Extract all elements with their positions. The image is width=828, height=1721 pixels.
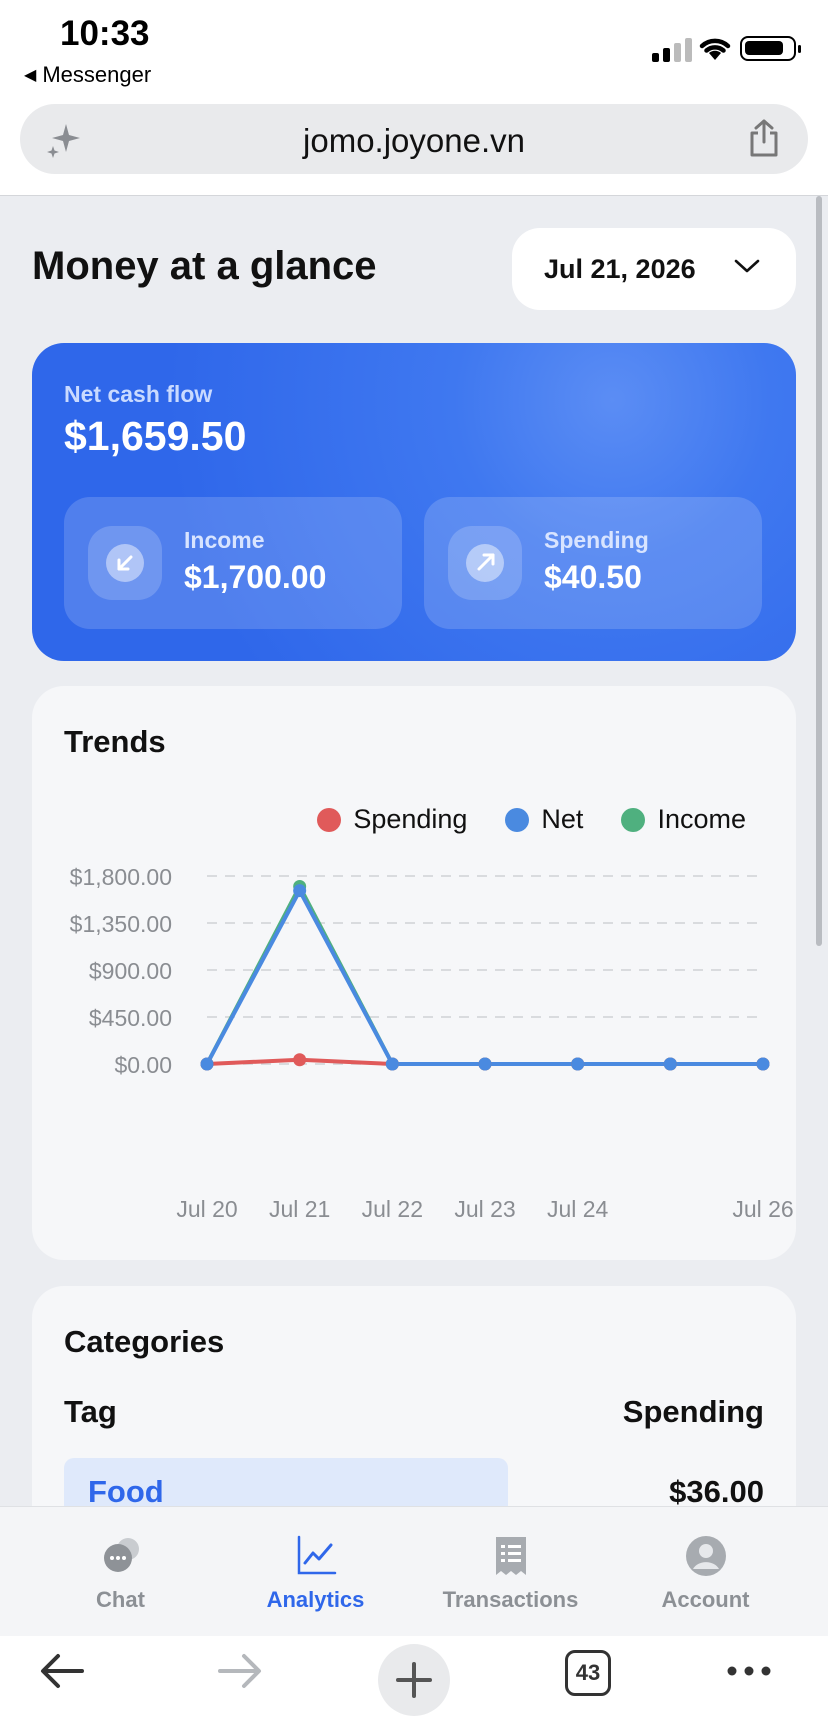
wifi-icon [699,38,731,60]
x-tick-label: Jul 26 [732,1196,793,1222]
y-tick-label: $0.00 [114,1052,172,1078]
spending-value: $40.50 [544,559,642,595]
back-to-app-link[interactable]: ◀ Messenger [24,62,151,88]
y-tick-label: $1,800.00 [70,864,172,890]
spending-label: Spending [544,527,649,553]
chevron-down-icon [734,259,760,273]
back-arrow-icon[interactable] [38,1646,88,1696]
browser-toolbar: 43 [0,1636,828,1721]
status-bar: 10:33 ◀ Messenger [0,0,828,100]
spending-summary: Spending $40.50 [424,497,762,629]
category-tag-label: Food [88,1474,164,1509]
address-bar[interactable]: jomo.joyone.vn [20,104,808,174]
new-tab-button[interactable] [378,1644,450,1716]
column-header-spending: Spending [622,1394,764,1429]
data-point-net [663,1057,677,1071]
plus-icon [396,1662,432,1698]
x-tick-label: Jul 21 [269,1196,330,1222]
tab-account[interactable]: Account [602,1507,809,1637]
tab-analytics[interactable]: Analytics [212,1507,419,1637]
chat-icon [104,1538,139,1572]
more-options-icon[interactable] [724,1646,774,1696]
data-point-spending [293,1053,307,1067]
y-tick-label: $1,350.00 [70,911,172,937]
receipt-icon [496,1537,526,1575]
trends-card: Trends Spending Net Income $0.00 $450.00 $… [32,686,796,1260]
income-arrow-icon [88,526,162,600]
trends-line-chart: $0.00 $450.00 $900.00 $1,350.00 $1,800.00 Jul… [70,864,794,1222]
data-point-net [756,1057,770,1071]
net-cash-flow-label: Net cash flow [64,381,213,407]
x-tick-label: Jul 23 [454,1196,515,1222]
page-scrollbar[interactable] [816,196,822,946]
analytics-icon [297,1535,337,1575]
series-line-income [205,884,763,1066]
url-text: jomo.joyone.vn [303,122,525,159]
tabs-count-button[interactable]: 43 [565,1650,611,1696]
user-icon [686,1536,726,1576]
y-tick-label: $900.00 [89,958,172,984]
x-tick-label: Jul 20 [176,1196,237,1222]
data-point-net [293,884,307,898]
cellular-signal-icon [652,36,692,62]
page-title: Money at a glance [32,244,377,288]
categories-title: Categories [64,1324,225,1359]
back-triangle-icon: ◀ [24,67,37,84]
y-tick-label: $450.00 [89,1005,172,1031]
data-point-net [200,1057,214,1071]
forward-arrow-icon[interactable] [214,1646,264,1696]
browser-address-area: jomo.joyone.vn [0,100,828,196]
net-cash-flow-card: Net cash flow $1,659.50 Income $1,700.00… [32,343,796,661]
x-tick-label: Jul 24 [547,1196,609,1222]
tab-analytics-label: Analytics [266,1587,365,1612]
column-header-tag: Tag [64,1394,117,1429]
series-line-net [205,888,763,1066]
net-cash-flow-value: $1,659.50 [64,413,247,459]
data-point-net [385,1057,399,1071]
category-row-amount: $36.00 [669,1474,764,1509]
battery-icon [740,36,801,61]
date-picker-button[interactable]: Jul 21, 2026 [512,228,796,310]
x-tick-label: Jul 22 [362,1196,423,1222]
share-icon[interactable] [746,118,782,158]
data-point-net [571,1057,585,1071]
status-time: 10:33 [60,14,150,53]
tab-account-label: Account [661,1587,750,1612]
spending-arrow-icon [448,526,522,600]
tab-chat-label: Chat [96,1587,145,1612]
tab-chat[interactable]: Chat [17,1507,224,1637]
date-picker-label: Jul 21, 2026 [544,253,696,284]
data-point-net [478,1057,492,1071]
income-value: $1,700.00 [184,559,327,595]
income-label: Income [184,527,265,553]
tab-transactions[interactable]: Transactions [407,1507,614,1637]
tab-transactions-label: Transactions [442,1587,579,1612]
income-summary: Income $1,700.00 [64,497,402,629]
back-app-label: Messenger [42,62,152,87]
bottom-tab-bar: Chat Analytics Transactions Account [0,1506,828,1636]
